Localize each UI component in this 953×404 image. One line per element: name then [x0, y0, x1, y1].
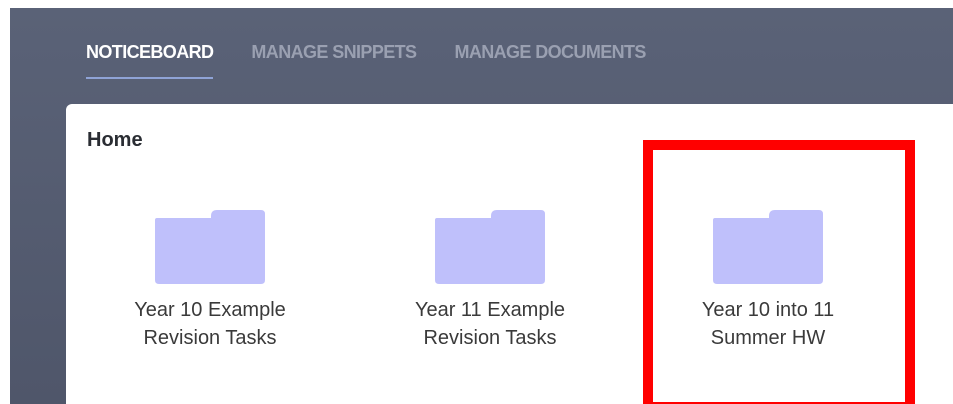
folder-label-line: Year 10 into 11	[701, 299, 835, 321]
folder-icon	[713, 210, 823, 284]
screenshot-stage: NOTICEBOARD MANAGE SNIPPETS MANAGE DOCUM…	[0, 0, 953, 404]
folder-icon	[435, 210, 545, 284]
folder-label: Year 10 into 11 Summer HW	[658, 296, 878, 352]
tab-manage-snippets[interactable]: MANAGE SNIPPETS	[251, 42, 417, 77]
tab-manage-documents[interactable]: MANAGE DOCUMENTS	[454, 42, 646, 77]
folder-item[interactable]: Year 10 Example Revision Tasks	[110, 210, 310, 352]
folder-item[interactable]: Year 10 into 11 Summer HW	[668, 210, 868, 352]
folder-label-line: Year 11 Example	[414, 299, 566, 321]
folder-label-line: Revision Tasks	[423, 327, 557, 349]
folder-item[interactable]: Year 11 Example Revision Tasks	[390, 210, 590, 352]
folder-label-line: Revision Tasks	[143, 327, 277, 349]
breadcrumb: Home	[87, 129, 143, 151]
content-panel: Home Year 10 Example Revision Tasks Year…	[66, 104, 953, 404]
folder-label: Year 11 Example Revision Tasks	[380, 296, 600, 352]
folder-label-line: Summer HW	[710, 327, 826, 349]
folder-icon	[155, 210, 265, 284]
folder-label: Year 10 Example Revision Tasks	[100, 296, 320, 352]
top-navigation: NOTICEBOARD MANAGE SNIPPETS MANAGE DOCUM…	[86, 42, 684, 79]
folder-label-line: Year 10 Example	[134, 299, 286, 321]
tab-noticeboard[interactable]: NOTICEBOARD	[86, 42, 214, 79]
